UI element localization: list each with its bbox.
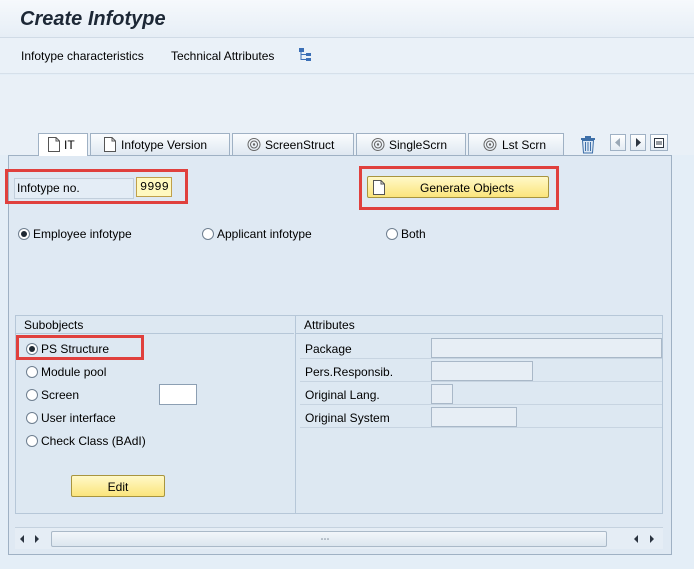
- edit-button[interactable]: Edit: [71, 475, 165, 497]
- ps-structure-radio[interactable]: [26, 343, 38, 355]
- tab-label: Lst Scrn: [502, 138, 547, 152]
- scroll-right-icon[interactable]: [630, 134, 646, 151]
- edit-label: Edit: [107, 480, 129, 494]
- tab-lst-scrn[interactable]: Lst Scrn: [468, 133, 564, 155]
- tab-infotype-version[interactable]: Infotype Version: [90, 133, 230, 155]
- infotype-number-input[interactable]: 9999: [136, 177, 172, 197]
- screen-radio[interactable]: [26, 389, 38, 401]
- ps-structure-label: PS Structure: [41, 342, 110, 356]
- horizontal-scrollbar[interactable]: [15, 527, 663, 549]
- original-system-field[interactable]: [431, 407, 517, 427]
- package-label: Package: [305, 342, 352, 356]
- infotype-no-text: Infotype no.: [17, 181, 80, 195]
- scroll-right-arrow-icon[interactable]: [33, 534, 41, 544]
- applicant-infotype-radio[interactable]: [202, 228, 214, 240]
- spiral-icon: [483, 138, 497, 151]
- grip-icon: [321, 538, 329, 540]
- attr-row-original-lang: Original Lang.: [300, 383, 662, 405]
- user-interface-label: User interface: [41, 411, 116, 425]
- attributes-header: Attributes: [296, 316, 662, 334]
- tab-label: SingleScrn: [389, 138, 448, 152]
- hierarchy-icon[interactable]: [297, 47, 313, 63]
- document-icon: [48, 137, 60, 152]
- screen-label: Screen: [41, 388, 80, 402]
- employee-infotype-label: Employee infotype: [33, 227, 132, 241]
- both-label: Both: [401, 227, 426, 241]
- attr-row-package: Package: [300, 337, 662, 359]
- check-class-radio[interactable]: [26, 435, 38, 447]
- document-icon: [104, 137, 116, 152]
- tab-list-icon[interactable]: [650, 134, 668, 151]
- original-lang-label: Original Lang.: [305, 388, 380, 402]
- scroll-right-end-icon[interactable]: [648, 534, 656, 544]
- tab-label: Infotype Version: [121, 138, 208, 152]
- module-pool-radio[interactable]: [26, 366, 38, 378]
- original-system-label: Original System: [305, 411, 390, 425]
- employee-infotype-radio[interactable]: [18, 228, 30, 240]
- group-divider: [295, 316, 296, 513]
- menu-technical-attributes[interactable]: Technical Attributes: [171, 49, 274, 63]
- spiral-icon: [371, 138, 385, 151]
- original-lang-field[interactable]: [431, 384, 453, 404]
- menu-bar: Infotype characteristics Technical Attri…: [0, 38, 694, 74]
- both-radio[interactable]: [386, 228, 398, 240]
- screen-number-input[interactable]: [159, 384, 197, 405]
- tab-it[interactable]: IT: [38, 133, 88, 156]
- generate-objects-label: Generate Objects: [420, 181, 515, 195]
- trash-icon[interactable]: [577, 133, 599, 155]
- document-icon: [373, 180, 385, 195]
- title-bar: Create Infotype: [0, 0, 694, 38]
- menu-infotype-characteristics[interactable]: Infotype characteristics: [21, 49, 144, 63]
- tab-singlescrn[interactable]: SingleScrn: [356, 133, 466, 155]
- scroll-left-end-icon[interactable]: [632, 534, 640, 544]
- tab-label: ScreenStruct: [265, 138, 335, 152]
- scroll-left-arrow-icon[interactable]: [18, 534, 26, 544]
- subobjects-header: Subobjects: [16, 316, 294, 334]
- pers-responsib-field[interactable]: [431, 361, 533, 381]
- package-field[interactable]: [431, 338, 662, 358]
- applicant-infotype-label: Applicant infotype: [217, 227, 312, 241]
- check-class-label: Check Class (BAdI): [41, 434, 146, 448]
- attr-row-original-system: Original System: [300, 406, 662, 428]
- attr-row-pers-responsib: Pers.Responsib.: [300, 360, 662, 382]
- tab-screenstruct[interactable]: ScreenStruct: [232, 133, 354, 155]
- page-title: Create Infotype: [20, 8, 166, 30]
- user-interface-radio[interactable]: [26, 412, 38, 424]
- generate-objects-button[interactable]: Generate Objects: [367, 176, 549, 198]
- pers-responsib-label: Pers.Responsib.: [305, 365, 394, 379]
- tab-label: IT: [64, 138, 75, 152]
- spiral-icon: [247, 138, 261, 151]
- scroll-thumb[interactable]: [51, 531, 607, 547]
- scroll-left-icon[interactable]: [610, 134, 626, 151]
- module-pool-label: Module pool: [41, 365, 107, 379]
